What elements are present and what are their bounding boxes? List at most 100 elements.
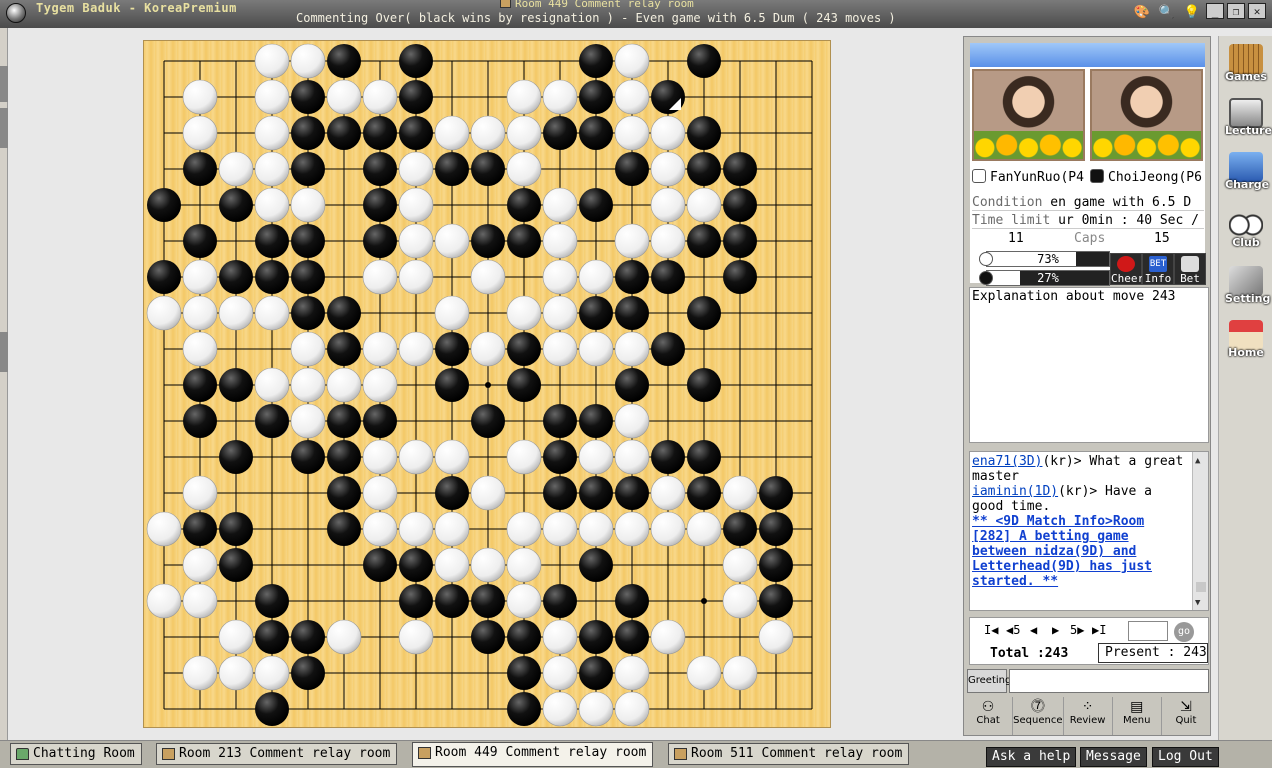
tab-label: Room 213 Comment relay room [179,746,391,761]
chat-tool-button[interactable]: ⚇ Chat [964,697,1014,735]
left-scroll-thumb-2[interactable] [0,108,8,148]
black-stone [543,404,577,438]
black-stone [399,44,433,78]
next-move-button[interactable]: ▶ [1052,623,1059,637]
chat-scrollbar[interactable]: ▲ ▼ [1192,452,1208,610]
white-stone [650,223,686,259]
white-stone [182,583,218,619]
flowers-decoration [974,131,1083,159]
white-stone [506,295,542,331]
home-button[interactable]: Home [1225,320,1267,368]
move-explanation-box[interactable]: Explanation about move 243 [969,287,1209,443]
white-stone [290,367,326,403]
black-stone [507,332,541,366]
greeting-row: Greeting [967,669,1209,693]
black-stone [219,440,253,474]
prev-move-button[interactable]: ◀ [1030,623,1037,637]
message-button[interactable]: Message [1080,747,1147,767]
white-stone [470,259,506,295]
black-stone [291,116,325,150]
scroll-thumb[interactable] [1196,582,1206,592]
chat-user-link[interactable]: ena71(3D) [972,454,1042,469]
left-scroll-thumb[interactable] [0,66,8,102]
black-stone [687,116,721,150]
greeting-button[interactable]: Greeting [967,669,1011,693]
games-button[interactable]: Games [1225,44,1267,92]
logout-button[interactable]: Log Out [1152,747,1219,767]
black-stone [651,332,685,366]
lecture-button[interactable]: Lecture [1225,98,1272,146]
club-button[interactable]: Club [1225,210,1267,258]
back-5-button[interactable]: ◀5 [1006,623,1020,637]
setting-button[interactable]: Setting [1225,266,1270,314]
chat-user-link[interactable]: iaminin(1D) [972,484,1058,499]
black-stone [579,44,613,78]
white-stone-icon [979,252,993,266]
black-stone [291,656,325,690]
left-player-name[interactable]: FanYunRuo(P4 [972,169,1090,185]
search-icon[interactable]: 🔍 [1156,2,1178,22]
chat-input[interactable] [1009,669,1209,693]
white-stone [182,331,218,367]
app-title: Tygem Baduk - KoreaPremium [36,1,237,15]
black-stone [327,440,361,474]
white-stone [182,295,218,331]
lightbulb-icon[interactable]: 💡 [1181,2,1203,22]
white-stone [254,43,290,79]
menu-tool-button[interactable]: ▤ Menu [1113,697,1162,735]
time-limit-label: Time limit [972,213,1051,228]
go-board-svg[interactable] [144,41,832,729]
black-stone [615,620,649,654]
black-stone [183,404,217,438]
window-controls: 🎨 🔍 💡 _ ❐ ✕ [1131,2,1266,22]
white-stone [722,655,758,691]
palette-icon[interactable]: 🎨 [1131,2,1153,22]
ask-help-button[interactable]: Ask a help [986,747,1077,767]
quit-tool-button[interactable]: ⇲ Quit [1162,697,1210,735]
title-bar: Tygem Baduk - KoreaPremium Room 449 Comm… [0,0,1272,28]
white-stone [146,511,182,547]
tab-room-213[interactable]: Room 213 Comment relay room [156,743,398,765]
left-scroll-thumb-3[interactable] [0,332,8,372]
white-stone [506,583,542,619]
white-stone [614,511,650,547]
white-stone [542,691,578,727]
bet-button[interactable]: Bet [1174,253,1206,285]
system-announcement-link[interactable]: ** <9D Match Info>Room [282] A betting g… [972,514,1188,589]
review-tool-button[interactable]: ⁘ Review [1064,697,1113,735]
go-board[interactable] [143,40,831,728]
tab-room-511[interactable]: Room 511 Comment relay room [668,743,910,765]
go-button[interactable]: go [1174,622,1194,642]
sequence-tool-button[interactable]: ⓻ Sequence [1013,697,1064,735]
white-stone [362,259,398,295]
white-stone [542,655,578,691]
forward-5-button[interactable]: 5▶ [1070,623,1084,637]
black-stone [219,548,253,582]
scroll-down-icon[interactable]: ▼ [1195,596,1200,610]
chat-log[interactable]: ena71(3D)(kr)> What a great master iamin… [969,451,1209,611]
black-stone [255,692,289,726]
left-win-rate-bar: 73% [979,251,1110,267]
white-stone [146,295,182,331]
black-stone [579,116,613,150]
last-move-button[interactable]: ▶I [1092,623,1106,637]
restore-button[interactable]: ❐ [1227,3,1245,19]
left-win-rate: 73% [1037,252,1059,266]
scroll-up-icon[interactable]: ▲ [1195,454,1200,469]
tab-room-449[interactable]: Room 449 Comment relay room [412,742,654,767]
game-status-line: Commenting Over( black wins by resignati… [296,11,896,25]
close-button[interactable]: ✕ [1248,3,1266,19]
tab-chatting-room[interactable]: Chatting Room [10,743,142,765]
bet-info-button[interactable]: BET Info [1142,253,1174,285]
first-move-button[interactable]: I◀ [984,623,998,637]
white-stone [470,331,506,367]
time-limit-value: ur 0min : 40 Sec / [1058,213,1199,228]
right-player-name[interactable]: ChoiJeong(P6 [1090,169,1205,185]
cheer-button[interactable]: Cheer [1110,253,1144,285]
move-number-input[interactable] [1128,621,1168,641]
black-stone [327,332,361,366]
white-stone [614,655,650,691]
minimize-button[interactable]: _ [1206,3,1224,19]
charge-button[interactable]: Charge [1225,152,1269,200]
black-stone [687,44,721,78]
